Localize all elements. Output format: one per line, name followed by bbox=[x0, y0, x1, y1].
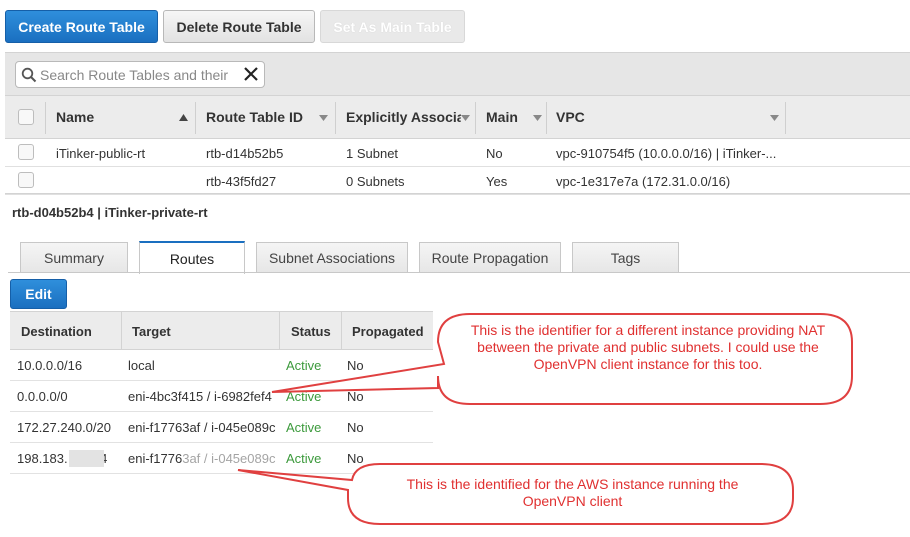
nat-callout-text: This is the identifier for a different i… bbox=[470, 322, 826, 372]
vpn-callout-text: This is the identified for the AWS insta… bbox=[406, 476, 739, 509]
callout-annotations bbox=[237, 313, 853, 525]
